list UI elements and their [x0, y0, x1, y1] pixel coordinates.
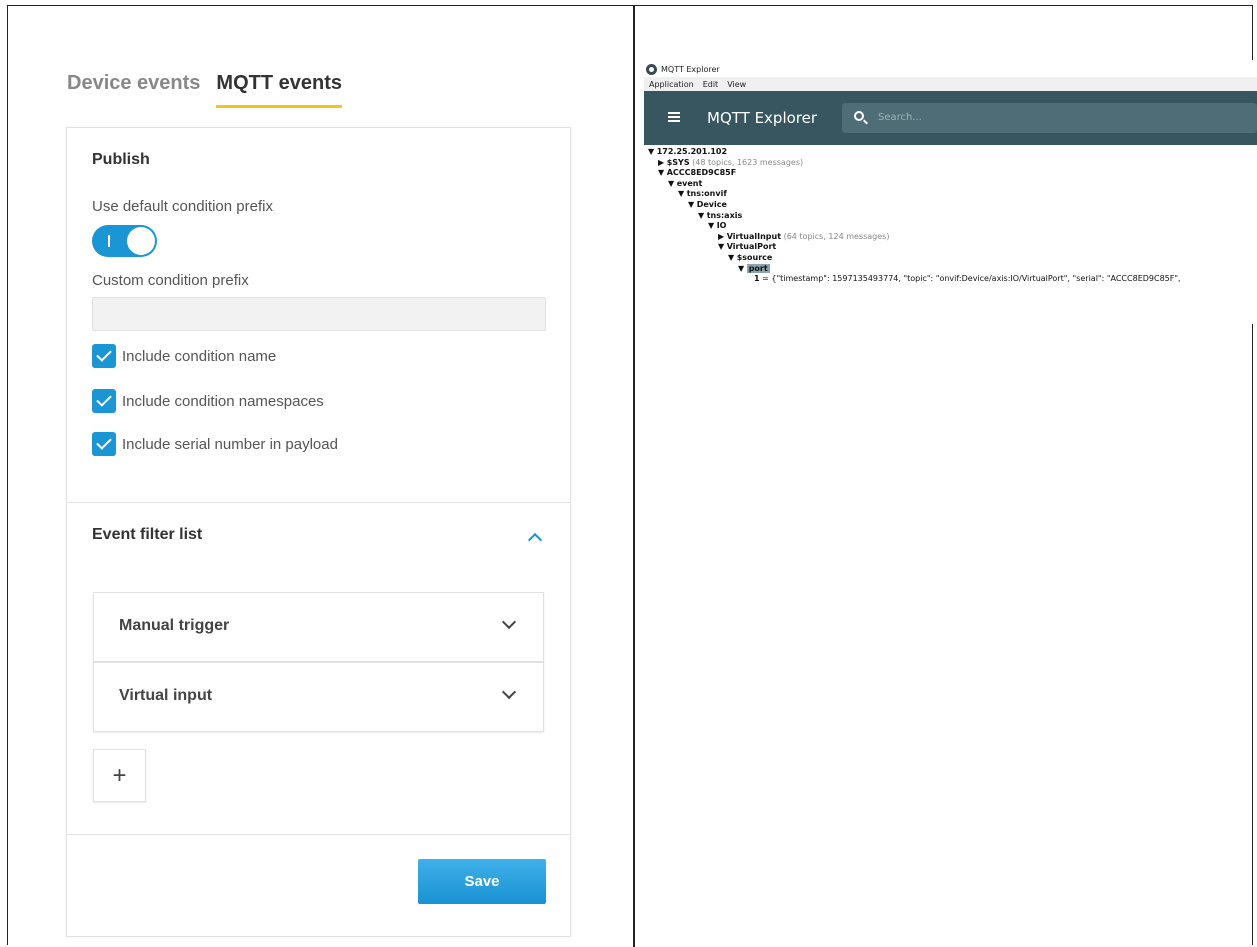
topic-value-line[interactable]: 1 = {"timestamp": 1597135493774, "topic"… [648, 274, 1181, 285]
tree-node-label: event [676, 178, 703, 188]
include-condition-namespaces-label: Include condition namespaces [122, 392, 324, 410]
tree-node-label: $source [736, 252, 773, 262]
expanded-arrow-icon[interactable]: ▼ [708, 221, 714, 230]
collapsed-arrow-icon[interactable]: ▶ [658, 158, 664, 167]
expanded-arrow-icon[interactable]: ▼ [668, 179, 674, 188]
event-filter-title: Event filter list [92, 526, 203, 543]
filter-item-manual-trigger[interactable]: Manual trigger [93, 592, 544, 662]
app-title: MQTT Explorer [707, 109, 818, 127]
publish-section-title: Publish [92, 151, 150, 168]
tree-node[interactable]: ▼ event [648, 179, 1181, 190]
toggle-on-icon [108, 235, 110, 247]
menu-application[interactable]: Application [649, 80, 694, 89]
expanded-arrow-icon[interactable]: ▼ [718, 242, 724, 251]
include-condition-name-checkbox[interactable]: Include condition name [92, 344, 276, 368]
tab-bar: Device events MQTT events [67, 72, 342, 108]
mqtt-explorer-window: MQTT Explorer Application Edit View MQTT… [644, 60, 1257, 324]
section-divider [67, 502, 570, 503]
custom-prefix-label: Custom condition prefix [92, 272, 249, 289]
tree-node-label: $SYS [666, 157, 690, 167]
tab-device-events[interactable]: Device events [67, 72, 200, 108]
tree-node-label: tns:onvif [686, 189, 727, 199]
include-condition-name-label: Include condition name [122, 347, 277, 365]
chevron-down-icon[interactable] [501, 617, 515, 631]
tree-node[interactable]: ▶ VirtualInput (64 topics, 124 messages) [648, 232, 1181, 243]
tree-node-meta: (64 topics, 124 messages) [783, 231, 890, 241]
tree-node-label: VirtualInput [726, 231, 782, 241]
tree-node[interactable]: ▼ port [648, 263, 1181, 275]
expanded-arrow-icon[interactable]: ▼ [678, 189, 684, 198]
search-input[interactable]: Search... [842, 103, 1257, 133]
mqtt-explorer-logo-icon [646, 63, 657, 75]
toggle-knob [127, 227, 155, 255]
topic-tree: ▼ 172.25.201.102 ▶ $SYS (48 topics, 1623 … [648, 147, 1181, 285]
tree-node-label: ACCC8ED9C85F [666, 168, 737, 178]
tree-node[interactable]: ▼ 172.25.201.102 [648, 147, 1181, 158]
tree-node-label: tns:axis [706, 210, 743, 220]
use-default-prefix-toggle[interactable] [92, 225, 157, 257]
menu-bar: Application Edit View [644, 77, 1257, 91]
expanded-arrow-icon[interactable]: ▼ [738, 264, 744, 273]
include-condition-namespaces-checkbox[interactable]: Include condition namespaces [92, 389, 324, 413]
tree-node-label: 172.25.201.102 [656, 147, 728, 156]
menu-view[interactable]: View [727, 80, 746, 89]
expanded-arrow-icon[interactable]: ▼ [648, 147, 654, 156]
menu-edit[interactable]: Edit [703, 80, 719, 89]
save-button[interactable]: Save [418, 859, 546, 904]
include-serial-number-checkbox[interactable]: Include serial number in payload [92, 432, 338, 456]
tree-node[interactable]: ▼ $source [648, 253, 1181, 264]
checkmark-icon [92, 432, 116, 456]
filter-item-virtual-input[interactable]: Virtual input [93, 662, 544, 732]
tab-mqtt-events[interactable]: MQTT events [216, 72, 342, 108]
tree-node[interactable]: ▼ IO [648, 221, 1181, 232]
expanded-arrow-icon[interactable]: ▼ [698, 211, 704, 220]
checkmark-icon [92, 344, 116, 368]
collapse-chevron-up-icon[interactable] [528, 531, 540, 543]
tree-node[interactable]: ▼ tns:axis [648, 211, 1181, 222]
tree-node[interactable]: ▼ tns:onvif [648, 189, 1181, 200]
app-bar: MQTT Explorer Search... [644, 91, 1257, 145]
hamburger-menu-icon[interactable] [668, 112, 680, 122]
tree-node[interactable]: ▶ $SYS (48 topics, 1623 messages) [648, 158, 1181, 169]
window-title-bar: MQTT Explorer [646, 61, 720, 77]
filter-item-label: Virtual input [119, 687, 213, 704]
use-default-prefix-label: Use default condition prefix [92, 198, 273, 215]
expanded-arrow-icon[interactable]: ▼ [728, 253, 734, 262]
chevron-down-icon[interactable] [501, 687, 515, 701]
expanded-arrow-icon[interactable]: ▼ [658, 168, 664, 177]
tree-node-label: IO [716, 221, 727, 231]
tree-node[interactable]: ▼ ACCC8ED9C85F [648, 168, 1181, 179]
tree-node[interactable]: ▼ VirtualPort [648, 242, 1181, 253]
topic-value-payload: = {"timestamp": 1597135493774, "topic": … [759, 274, 1181, 284]
footer-divider [67, 834, 570, 835]
tree-node-label: Device [696, 199, 727, 209]
tree-node-label: VirtualPort [726, 242, 777, 252]
settings-card: Publish Use default condition prefix Cus… [66, 127, 571, 937]
checkmark-icon [92, 389, 116, 413]
expanded-arrow-icon[interactable]: ▼ [688, 200, 694, 209]
filter-item-label: Manual trigger [119, 617, 230, 634]
include-serial-number-label: Include serial number in payload [122, 435, 338, 453]
custom-prefix-input[interactable] [92, 297, 546, 331]
tree-node[interactable]: ▼ Device [648, 200, 1181, 211]
window-title: MQTT Explorer [661, 64, 720, 74]
search-placeholder: Search... [878, 112, 922, 123]
tree-node-meta: (48 topics, 1623 messages) [692, 157, 804, 167]
collapsed-arrow-icon[interactable]: ▶ [718, 232, 724, 241]
add-filter-button[interactable]: + [93, 749, 146, 802]
tree-node-label: port [746, 263, 770, 273]
search-icon [854, 111, 864, 121]
column-divider [633, 5, 635, 947]
